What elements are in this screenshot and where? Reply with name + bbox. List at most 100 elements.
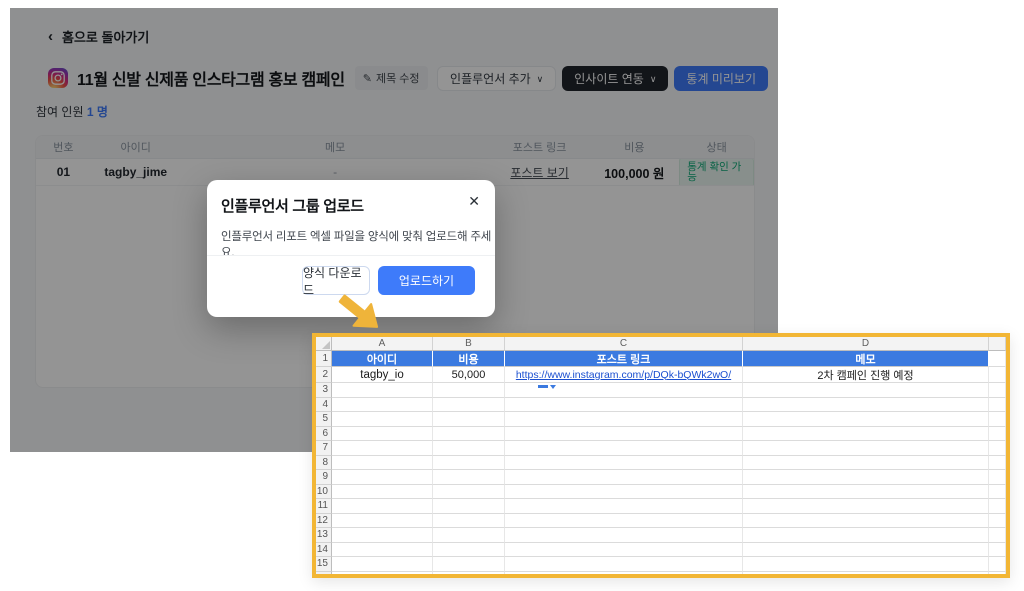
- sheet-cell[interactable]: [989, 557, 1006, 572]
- sheet-cell[interactable]: [433, 543, 505, 558]
- sheet-cell[interactable]: [505, 543, 743, 558]
- sheet-row-header[interactable]: 6: [316, 427, 332, 442]
- sheet-column-header-extra[interactable]: [989, 337, 1006, 351]
- sheet-cell[interactable]: [989, 351, 1006, 367]
- sheet-cell[interactable]: [743, 412, 989, 427]
- sheet-row-header[interactable]: 7: [316, 441, 332, 456]
- sheet-cell[interactable]: [505, 470, 743, 485]
- sheet-cell[interactable]: [505, 398, 743, 413]
- sheet-cell[interactable]: [505, 528, 743, 543]
- sheet-cell[interactable]: [332, 441, 433, 456]
- sheet-template-header-cell[interactable]: 포스트 링크: [505, 351, 743, 367]
- sheet-template-header-cell[interactable]: 메모: [743, 351, 989, 367]
- sheet-cell[interactable]: [743, 572, 989, 575]
- sheet-cell[interactable]: [433, 499, 505, 514]
- sheet-row-header[interactable]: 10: [316, 485, 332, 500]
- sheet-cell[interactable]: [505, 572, 743, 575]
- sheet-cell[interactable]: [989, 514, 1006, 529]
- sheet-cell[interactable]: [433, 485, 505, 500]
- sheet-cell[interactable]: [433, 557, 505, 572]
- sheet-cell[interactable]: [505, 557, 743, 572]
- sheet-cell[interactable]: [989, 398, 1006, 413]
- sheet-cell[interactable]: [989, 499, 1006, 514]
- sheet-cell[interactable]: [332, 572, 433, 575]
- sheet-cell[interactable]: [989, 456, 1006, 471]
- sheet-cell[interactable]: [332, 499, 433, 514]
- sheet-cell[interactable]: [332, 398, 433, 413]
- sheet-cell[interactable]: [433, 383, 505, 398]
- sheet-cell[interactable]: [433, 412, 505, 427]
- sheet-row-header[interactable]: 3: [316, 383, 332, 398]
- sheet-cell[interactable]: [433, 528, 505, 543]
- sheet-row-header[interactable]: 15: [316, 557, 332, 572]
- sheet-cell[interactable]: [743, 470, 989, 485]
- sheet-column-header-b[interactable]: B: [433, 337, 505, 351]
- sheet-cell[interactable]: [332, 412, 433, 427]
- sheet-cell[interactable]: [989, 441, 1006, 456]
- sheet-cell[interactable]: [433, 572, 505, 575]
- sheet-row-header[interactable]: 12: [316, 514, 332, 529]
- sheet-cell[interactable]: [332, 543, 433, 558]
- sheet-data-cell[interactable]: 2차 캠페인 진행 예정: [743, 367, 989, 383]
- sheet-row-header[interactable]: 5: [316, 412, 332, 427]
- sheet-cell[interactable]: [332, 485, 433, 500]
- sheet-cell[interactable]: [433, 514, 505, 529]
- sheet-cell[interactable]: [743, 528, 989, 543]
- sheet-cell[interactable]: [989, 367, 1006, 383]
- sheet-row-header[interactable]: 13: [316, 528, 332, 543]
- sheet-row-header[interactable]: 16: [316, 572, 332, 575]
- sheet-data-cell[interactable]: 50,000: [433, 367, 505, 383]
- sheet-cell[interactable]: [332, 528, 433, 543]
- sheet-cell[interactable]: [743, 543, 989, 558]
- sheet-cell[interactable]: [332, 383, 433, 398]
- sheet-cell[interactable]: [433, 470, 505, 485]
- sheet-cell[interactable]: [743, 441, 989, 456]
- sheet-cell[interactable]: [743, 383, 989, 398]
- sheet-cell[interactable]: [743, 499, 989, 514]
- sheet-cell[interactable]: [505, 499, 743, 514]
- sheet-cell[interactable]: [743, 427, 989, 442]
- sheet-cell[interactable]: [433, 441, 505, 456]
- sheet-column-header-a[interactable]: A: [332, 337, 433, 351]
- sheet-cell[interactable]: [743, 514, 989, 529]
- sheet-cell[interactable]: [505, 427, 743, 442]
- sheet-row-header[interactable]: 11: [316, 499, 332, 514]
- sheet-cell[interactable]: [989, 427, 1006, 442]
- sheet-cell[interactable]: [332, 557, 433, 572]
- sheet-cell[interactable]: [743, 557, 989, 572]
- close-icon[interactable]: ✕: [468, 194, 480, 208]
- sheet-cell[interactable]: [332, 514, 433, 529]
- sheet-data-cell[interactable]: tagby_io: [332, 367, 433, 383]
- sheet-cell[interactable]: [989, 383, 1006, 398]
- sheet-cell[interactable]: [332, 456, 433, 471]
- upload-button[interactable]: 업로드하기: [378, 266, 475, 295]
- sheet-cell[interactable]: [332, 470, 433, 485]
- sheet-cell[interactable]: [505, 514, 743, 529]
- sheet-cell[interactable]: [505, 456, 743, 471]
- sheet-template-header-cell[interactable]: 비용: [433, 351, 505, 367]
- sheet-cell[interactable]: [505, 485, 743, 500]
- sheet-cell[interactable]: [743, 398, 989, 413]
- sheet-row-header[interactable]: 1: [316, 351, 332, 367]
- sheet-cell[interactable]: [989, 485, 1006, 500]
- sheet-cell[interactable]: [433, 456, 505, 471]
- sheet-cell[interactable]: [989, 470, 1006, 485]
- sheet-row-header[interactable]: 14: [316, 543, 332, 558]
- sheet-row-header[interactable]: 4: [316, 398, 332, 413]
- sheet-cell[interactable]: [433, 398, 505, 413]
- sheet-cell[interactable]: [332, 427, 433, 442]
- sheet-cell[interactable]: [505, 441, 743, 456]
- sheet-row-header[interactable]: 8: [316, 456, 332, 471]
- sheet-column-header-c[interactable]: C: [505, 337, 743, 351]
- sheet-select-all-corner[interactable]: [316, 337, 332, 351]
- sheet-column-header-d[interactable]: D: [743, 337, 989, 351]
- sheet-cell[interactable]: [989, 412, 1006, 427]
- sheet-cell[interactable]: [505, 412, 743, 427]
- sheet-cell[interactable]: [989, 543, 1006, 558]
- sheet-cell[interactable]: [433, 427, 505, 442]
- sheet-cell[interactable]: [743, 485, 989, 500]
- sheet-row-header[interactable]: 2: [316, 367, 332, 383]
- sheet-cell[interactable]: [743, 456, 989, 471]
- sheet-cell[interactable]: [989, 528, 1006, 543]
- sheet-row-header[interactable]: 9: [316, 470, 332, 485]
